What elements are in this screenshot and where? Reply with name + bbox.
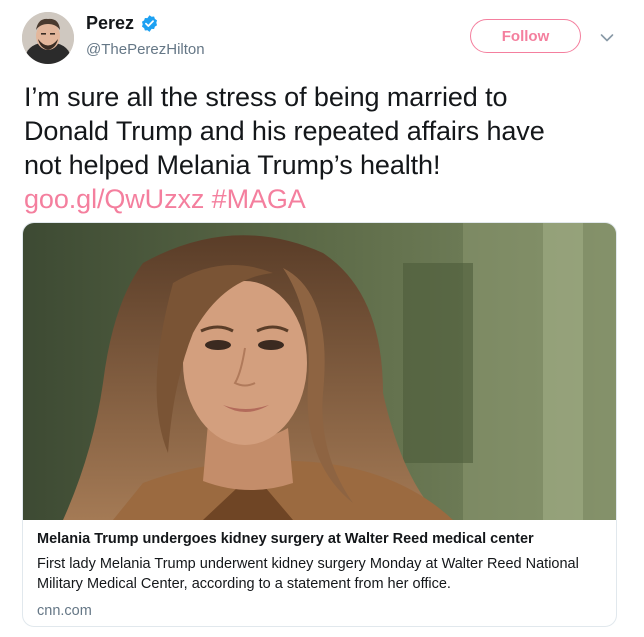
tweet-text-line: not helped Melania Trump’s health! — [24, 150, 441, 180]
tweet: Perez @ThePerezHilton Follow I’m sure al… — [0, 0, 644, 637]
card-domain: cnn.com — [37, 603, 92, 619]
card-description: First lady Melania Trump underwent kidne… — [37, 556, 579, 592]
tweet-text-line: Donald Trump and his repeated affairs ha… — [24, 116, 545, 146]
avatar[interactable] — [22, 12, 74, 64]
link-card[interactable]: Melania Trump undergoes kidney surgery a… — [22, 222, 617, 627]
chevron-down-icon[interactable] — [600, 30, 614, 42]
card-body[interactable]: Melania Trump undergoes kidney surgery a… — [23, 520, 616, 626]
card-image[interactable] — [23, 223, 617, 520]
display-name-row[interactable]: Perez — [86, 13, 159, 34]
display-name[interactable]: Perez — [86, 13, 134, 34]
follow-button[interactable]: Follow — [470, 19, 581, 53]
verified-badge-icon — [140, 14, 159, 33]
hashtag-link[interactable]: #MAGA — [212, 184, 306, 214]
tweet-link[interactable]: goo.gl/QwUzxz — [24, 184, 204, 214]
avatar-image — [22, 12, 74, 64]
tweet-link-line: goo.gl/QwUzxz #MAGA — [24, 182, 624, 216]
tweet-text-line: I’m sure all the stress of being married… — [24, 82, 508, 112]
card-title[interactable]: Melania Trump undergoes kidney surgery a… — [37, 530, 604, 549]
user-handle[interactable]: @ThePerezHilton — [86, 41, 205, 58]
tweet-text: I’m sure all the stress of being married… — [24, 80, 624, 216]
